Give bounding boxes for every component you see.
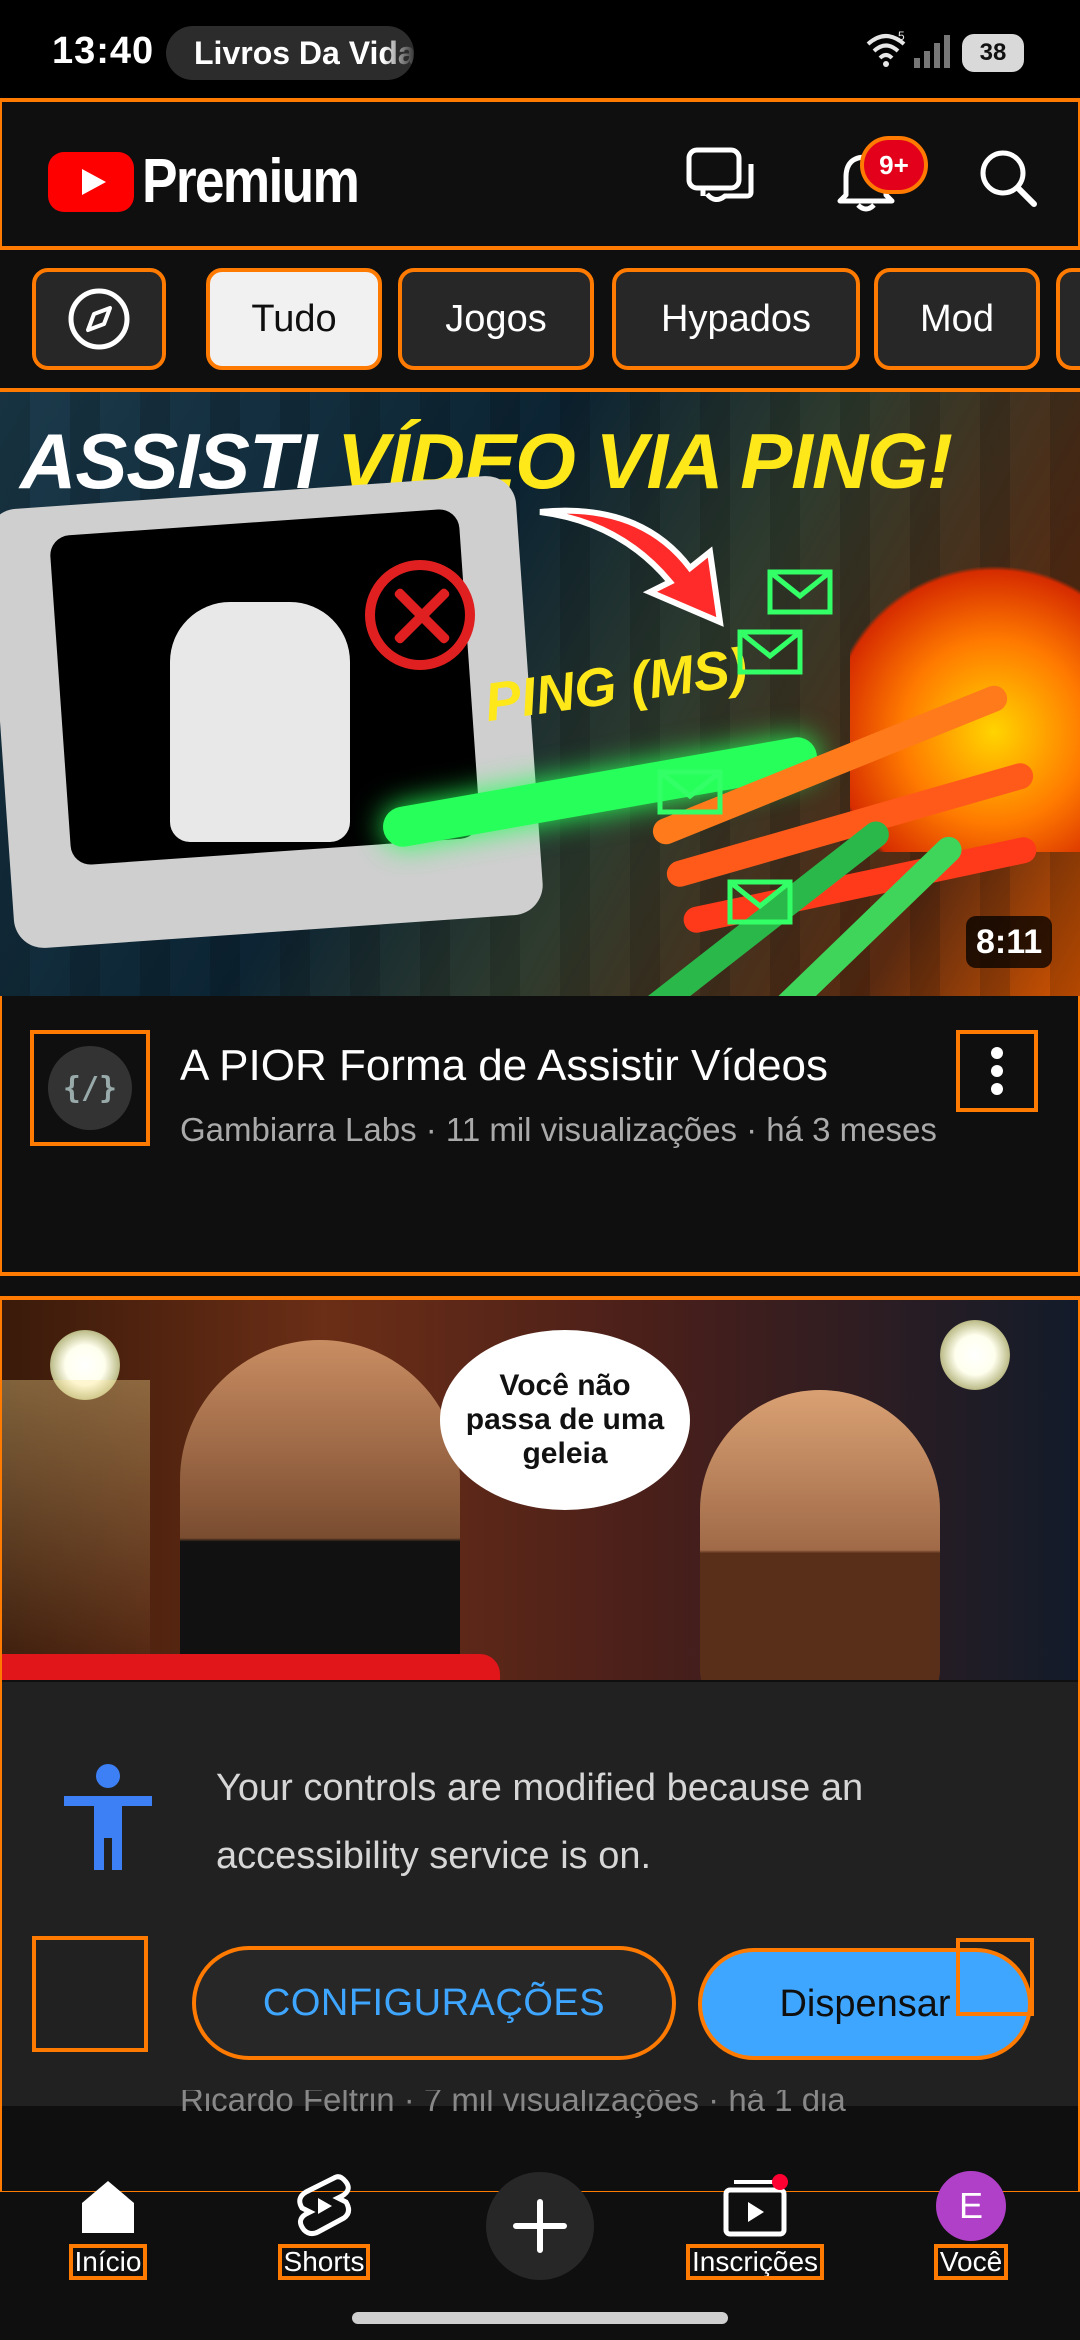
video-duration: 8:11 bbox=[966, 916, 1053, 968]
user-avatar: E bbox=[936, 2171, 1006, 2241]
sheet-checkbox-target[interactable] bbox=[32, 1936, 148, 2052]
envelope-icon bbox=[767, 569, 833, 615]
youtube-play-icon bbox=[48, 151, 134, 212]
nav-you-label: Você bbox=[933, 2244, 1009, 2280]
media-pill[interactable]: Livros Da Vida bbox=[166, 26, 414, 80]
error-x-icon bbox=[365, 560, 475, 670]
brand-label: Premium bbox=[142, 147, 360, 216]
video-thumbnail[interactable]: Você não passa de uma geleia bbox=[0, 1300, 1080, 1680]
nav-home-label: Início bbox=[68, 2244, 148, 2280]
accessibility-message: Your controls are modified because an ac… bbox=[216, 1767, 864, 1877]
compass-icon bbox=[68, 288, 130, 350]
video-thumbnail[interactable]: ASSISTI VÍDEO VIA PING! PING (MS) bbox=[0, 392, 1080, 996]
nav-home[interactable]: Início bbox=[62, 2168, 154, 2280]
nav-you[interactable]: E Você bbox=[928, 2168, 1014, 2280]
video-title[interactable]: A PIOR Forma de Assistir Vídeos bbox=[180, 1040, 920, 1092]
signal-icon bbox=[914, 35, 950, 68]
envelope-icon bbox=[737, 629, 803, 675]
chip-jogos[interactable]: Jogos bbox=[398, 268, 594, 370]
notifications-badge: 9+ bbox=[860, 136, 928, 194]
cast-messages-icon[interactable] bbox=[680, 140, 760, 216]
settings-button[interactable]: CONFIGURAÇÕES bbox=[192, 1946, 676, 2060]
accessibility-icon bbox=[64, 1764, 152, 1870]
angry-man-illustration bbox=[180, 1340, 460, 1680]
light-beam bbox=[0, 1380, 150, 1680]
plus-icon bbox=[513, 2199, 567, 2253]
youtube-premium-logo[interactable]: Premium bbox=[48, 146, 393, 217]
subscriptions-icon bbox=[720, 2168, 790, 2244]
create-button[interactable] bbox=[486, 2172, 594, 2280]
nav-subscriptions[interactable]: Inscrições bbox=[680, 2168, 830, 2280]
chip-next-partial[interactable] bbox=[1056, 268, 1080, 370]
thumbnail-red-banner bbox=[0, 1654, 500, 1680]
nav-shorts[interactable]: Shorts bbox=[272, 2168, 376, 2280]
channel-avatar[interactable]: {/} bbox=[30, 1030, 150, 1146]
speech-bubble: Você não passa de uma geleia bbox=[440, 1330, 690, 1510]
shorts-icon bbox=[296, 2168, 352, 2244]
media-title: Livros Da Vida bbox=[194, 34, 414, 71]
video-metadata: Gambiarra Labs · 11 mil visualizações · … bbox=[180, 1111, 937, 1148]
battery-indicator: 38 bbox=[962, 34, 1024, 72]
surprised-man-illustration bbox=[700, 1390, 940, 1680]
pixel-face-illustration bbox=[170, 602, 350, 842]
envelope-icon bbox=[727, 879, 793, 925]
chip-tudo[interactable]: Tudo bbox=[206, 268, 382, 370]
wifi-badge: 5 bbox=[898, 30, 905, 43]
home-icon bbox=[78, 2168, 138, 2244]
more-vert-icon bbox=[991, 1047, 1003, 1095]
dismiss-button-hotspot[interactable] bbox=[956, 1938, 1034, 2016]
nav-shorts-label: Shorts bbox=[277, 2244, 371, 2280]
channel-avatar-glyph: {/} bbox=[48, 1046, 132, 1130]
red-arrow-icon bbox=[539, 507, 724, 627]
search-icon[interactable] bbox=[968, 138, 1048, 218]
status-time: 13:40 bbox=[52, 30, 155, 72]
explore-chip[interactable] bbox=[32, 268, 166, 370]
chip-mod[interactable]: Mod bbox=[874, 268, 1040, 370]
chip-hypados[interactable]: Hypados bbox=[612, 268, 860, 370]
more-options-button[interactable] bbox=[956, 1030, 1038, 1112]
gesture-home-indicator[interactable] bbox=[352, 2312, 728, 2324]
video-metadata-partial: Ricardo Feltrin · 7 mil visualizações · … bbox=[180, 2090, 846, 2118]
envelope-icon bbox=[657, 769, 723, 815]
spotlight-illustration bbox=[940, 1320, 1010, 1390]
nav-subscriptions-label: Inscrições bbox=[685, 2244, 825, 2280]
wifi-icon: 5 bbox=[866, 30, 906, 67]
